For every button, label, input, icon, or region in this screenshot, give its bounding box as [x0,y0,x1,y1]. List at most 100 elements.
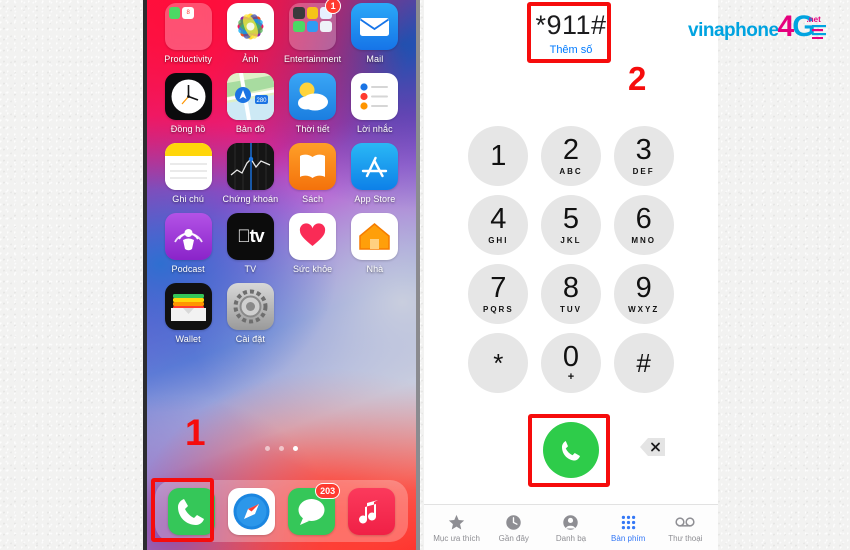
dock-item-music[interactable] [348,487,396,535]
key-8[interactable]: 8 TUV [540,264,601,324]
app-maps[interactable]: 280 Bản đồ [219,73,281,134]
app-label: Đồng hồ [170,124,206,134]
tab-bar: Mục ưa thích Gần đây Danh bạ Bàn phím Th… [424,504,718,550]
app-health[interactable]: Sức khỏe [282,213,344,274]
key-9[interactable]: 9 WXYZ [613,264,674,324]
key-letters: + [567,371,575,383]
app-label: Podcast [171,264,205,274]
key-letters: DEF [632,167,655,176]
logo-text-vinaphone: vinaphone [688,20,779,41]
key-digit: 4 [490,203,507,235]
app-entertainment[interactable]: 1 Entertainment [282,0,344,64]
dock-item-safari[interactable] [227,487,275,535]
call-row [424,422,718,480]
key-7[interactable]: 7 PQRS [468,264,529,324]
app-reminders[interactable]: Lời nhắc [344,73,406,134]
tv-icon: tv [226,213,274,260]
key-star[interactable]: * [468,333,529,393]
key-letters: PQRS [482,305,514,314]
page-dot[interactable] [265,446,270,451]
key-3[interactable]: 3 DEF [613,126,674,186]
app-label: Wallet [175,334,201,344]
dialpad: 1 2 ABC 3 DEF 4 GHI 5 JKL 6 MNO 7 PQRS 8… [424,126,718,393]
page-dot[interactable] [279,446,284,451]
app-notes[interactable]: Ghi chú [157,143,219,204]
app-label: Lời nhắc [357,124,393,134]
dock-item-phone[interactable] [167,487,215,535]
app-label: Cài đặt [235,334,265,344]
tab-contacts[interactable]: Danh bạ [543,513,599,543]
safari-icon [227,487,275,535]
brand-logo: vinaphone 4 G .net [688,12,830,42]
dialed-number-field[interactable]: *911# Thêm số [424,4,718,62]
clock-icon [505,513,522,532]
app-store-icon [351,143,399,190]
key-hash[interactable]: # [613,333,674,393]
tab-label: Bàn phím [611,533,646,543]
key-digit: # [636,348,651,378]
app-icon-grid: 8 Productivity Ảnh 1 Entertainment Mail … [147,0,416,344]
app-label: App Store [354,194,396,204]
app-label: Entertainment [283,54,342,64]
key-digit: 1 [490,139,507,172]
app-books[interactable]: Sách [282,143,344,204]
key-0[interactable]: 0 + [540,333,601,393]
app-clock[interactable]: Đồng hồ [157,73,219,134]
app-label: Ghi chú [172,194,204,204]
key-letters: JKL [560,236,582,245]
add-number-link[interactable]: Thêm số [550,44,593,56]
key-digit: 9 [635,272,652,304]
key-digit: 7 [490,272,507,304]
app-photos[interactable]: Ảnh [219,3,281,64]
star-icon [448,513,465,532]
app-wallet[interactable]: Wallet [157,283,219,344]
annotation-number-1: 1 [185,412,206,453]
key-6[interactable]: 6 MNO [613,195,674,255]
tab-voicemail[interactable]: Thư thoại [657,513,713,543]
folder-icon: 1 [289,0,342,50]
stocks-icon [226,143,274,190]
page-dot-active[interactable] [293,446,298,451]
health-icon [289,213,337,260]
podcasts-icon [164,213,212,260]
tab-favorites[interactable]: Mục ưa thích [429,513,485,543]
voicemail-icon [675,513,695,532]
app-productivity[interactable]: 8 Productivity [157,3,219,64]
app-label: Thời tiết [295,124,330,134]
backspace-button[interactable] [640,436,666,458]
key-5[interactable]: 5 JKL [540,195,601,255]
call-button[interactable] [543,422,599,478]
key-digit: 5 [562,203,580,235]
app-settings[interactable]: Cài đặt [219,283,281,344]
folder-icon: 8 [164,3,212,50]
app-label: Bản đồ [235,124,265,134]
app-label: Ảnh [242,54,259,64]
key-letters: MNO [631,236,656,245]
contact-icon [562,513,579,532]
tab-recents[interactable]: Gần đây [486,513,542,543]
key-letters: TUV [559,305,582,314]
app-weather[interactable]: Thời tiết [282,73,344,134]
dock: 203 [155,480,408,542]
home-icon [351,213,399,260]
app-home[interactable]: Nhà [344,213,406,274]
app-app-store[interactable]: App Store [344,143,406,204]
key-1[interactable]: 1 [468,126,529,186]
app-stocks[interactable]: Chứng khoán [219,143,281,204]
key-digit: 3 [635,134,652,166]
app-podcasts[interactable]: Podcast [157,213,219,274]
settings-icon [226,283,274,330]
keypad-icon [620,513,637,532]
key-digit: 6 [635,203,652,235]
key-digit: 0 [562,341,580,373]
phone-icon [167,487,215,535]
badge: 203 [315,482,341,499]
app-mail[interactable]: Mail [344,3,406,64]
app-label: Mail [366,54,384,64]
key-4[interactable]: 4 GHI [468,195,529,255]
tab-keypad[interactable]: Bàn phím [600,513,656,543]
dock-item-messages[interactable]: 203 [288,482,341,535]
key-2[interactable]: 2 ABC [540,126,601,186]
badge: 1 [325,0,342,14]
app-tv[interactable]: tv TV [219,213,281,274]
